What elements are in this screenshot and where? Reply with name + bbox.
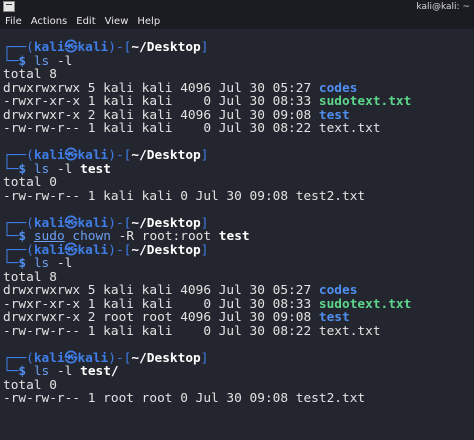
output-line: drwxrwxrwx 5 kali kali 4096 Jul 30 05:27… — [3, 80, 358, 96]
command-line: └─$ ls -l — [3, 53, 73, 69]
prompt-line: ┌──(kali㉿kali)-[~/Desktop] — [3, 242, 209, 258]
output-line: drwxrwxr-x 2 kali kali 4096 Jul 30 09:08… — [3, 107, 350, 123]
output-line: drwxrwxr-x 2 root root 4096 Jul 30 09:08… — [3, 310, 350, 325]
command-line: └─$ ls -l — [3, 256, 73, 271]
menu-edit[interactable]: Edit — [76, 15, 95, 29]
command-line: └─$ ls -l test/ — [3, 364, 119, 379]
menu-bar: File Actions Edit View Help — [0, 14, 474, 29]
prompt-line: ┌──(kali㉿kali)-[~/Desktop] — [3, 350, 209, 366]
command-target: test — [80, 161, 111, 177]
prompt-line: ┌──(kali㉿kali)-[~/Desktop] — [3, 40, 209, 55]
file-name: text.txt — [318, 323, 381, 339]
menu-actions[interactable]: Actions — [31, 15, 68, 29]
output-line: total 0 — [3, 175, 57, 190]
output-line: -rw-rw-r-- 1 root root 0 Jul 30 09:08 te… — [3, 391, 366, 406]
output-line: total 8 — [3, 67, 57, 82]
output-line: total 0 — [3, 377, 57, 393]
file-name: text.txt — [318, 121, 381, 136]
terminal-output: ┌──(kali㉿kali)-[~/Desktop] └─$ ls -l total… — [3, 41, 411, 406]
output-line: -rwxr-xr-x 1 kali kali 0 Jul 30 08:33 su… — [3, 94, 412, 109]
prompt-path: ~/Desktop — [131, 350, 201, 366]
prompt-path: ~/Desktop — [131, 40, 201, 55]
output-line: -rw-rw-r-- 1 kali kali 0 Jul 30 09:08 te… — [3, 188, 366, 204]
menu-file[interactable]: File — [5, 15, 22, 29]
title-bar: kali@kali: ~ — [0, 0, 474, 14]
terminal-window: kali@kali: ~ File Actions Edit View Help… — [0, 0, 474, 440]
command-line: └─$ sudo chown -R root:root test — [3, 229, 250, 244]
command-target: test/ — [80, 364, 119, 379]
output-line: drwxrwxrwx 5 kali kali 4096 Jul 30 05:27… — [3, 283, 358, 298]
prompt-line: ┌──(kali㉿kali)-[~/Desktop] — [3, 215, 209, 231]
output-line: -rw-rw-r-- 1 kali kali 0 Jul 30 08:22 te… — [3, 121, 381, 136]
menu-help[interactable]: Help — [137, 15, 160, 29]
command-target: test — [218, 229, 250, 244]
output-line: total 8 — [3, 269, 57, 285]
menu-view[interactable]: View — [105, 15, 129, 29]
terminal-area[interactable]: ┌──(kali㉿kali)-[~/Desktop] └─$ ls -l total… — [0, 29, 474, 440]
output-line: -rw-rw-r-- 1 kali kali 0 Jul 30 08:22 te… — [3, 323, 381, 339]
prompt-path: ~/Desktop — [131, 148, 201, 163]
prompt-line: ┌──(kali㉿kali)-[~/Desktop] — [3, 148, 209, 163]
output-line: -rwxr-xr-x 1 kali kali 0 Jul 30 08:33 su… — [3, 296, 412, 312]
terminal-app-icon[interactable] — [3, 1, 15, 12]
window-title: kali@kali: ~ — [416, 2, 470, 12]
command-line: └─$ ls -l test — [3, 161, 111, 177]
prompt-path: ~/Desktop — [131, 242, 201, 258]
